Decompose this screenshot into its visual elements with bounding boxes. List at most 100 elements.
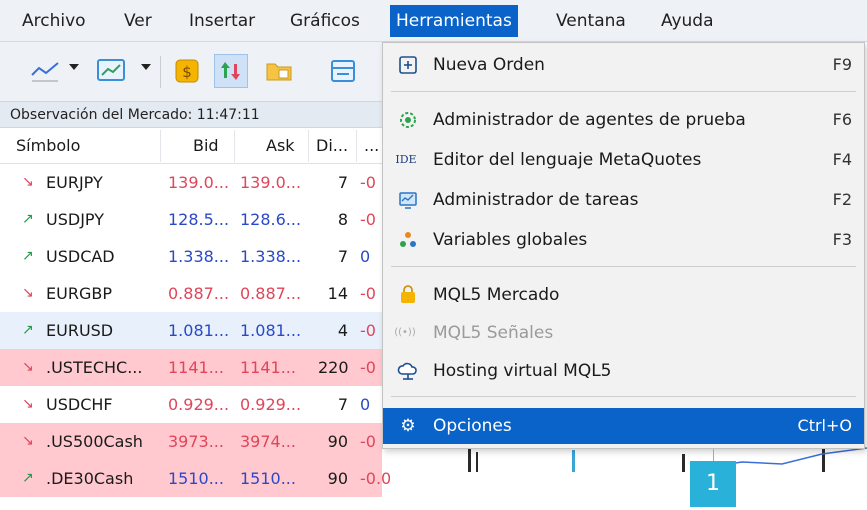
cloud-hosting-icon — [397, 360, 419, 382]
symbol-name: EURGBP — [46, 284, 112, 303]
svg-text:$: $ — [182, 63, 192, 81]
menu-insertar[interactable]: Insertar — [183, 5, 261, 37]
algo-trading-icon[interactable] — [214, 54, 248, 88]
menu-herramientas[interactable]: Herramientas — [390, 5, 518, 37]
ask-value: 1.338... — [240, 247, 302, 266]
table-row[interactable]: ↘ EURJPY 139.0... 139.0... 7 -0 — [0, 164, 382, 201]
bid-value: 3973... — [168, 432, 224, 451]
options-gear-icon: ⚙ — [400, 416, 416, 436]
trend-arrow-icon: ↘ — [22, 433, 34, 449]
chevron-down-icon[interactable] — [141, 64, 151, 70]
digits-value: 4 — [337, 321, 348, 340]
digits-value: 90 — [327, 469, 348, 488]
ask-value: 1141... — [240, 358, 296, 377]
table-row[interactable]: ↗ .DE30Cash 1510... 1510... 90 -0.05% — [0, 460, 390, 497]
col-symbol[interactable]: Símbolo — [16, 136, 80, 155]
bid-value: 1.338... — [168, 247, 230, 266]
task-manager-icon — [397, 189, 419, 211]
bid-value: 0.929... — [168, 395, 230, 414]
global-variables-icon — [397, 229, 419, 251]
herramientas-dropdown-menu: Nueva Orden F9 Administrador de agentes … — [382, 42, 865, 449]
market-bag-icon — [397, 284, 419, 306]
col-change[interactable]: ... — [364, 136, 379, 155]
menu-item-opciones[interactable]: ⚙ Opciones Ctrl+O — [383, 408, 864, 444]
ide-icon: IDE — [395, 153, 417, 166]
menu-item-agentes-prueba[interactable]: Administrador de agentes de prueba F6 — [383, 102, 864, 138]
table-row[interactable]: ↘ .US500Cash 3973... 3974... 90 -0 — [0, 423, 382, 460]
menu-ventana[interactable]: Ventana — [550, 5, 632, 37]
bid-value: 0.887... — [168, 284, 230, 303]
digits-value: 7 — [337, 395, 348, 414]
symbol-name: EURUSD — [46, 321, 114, 340]
callout-pointer — [713, 449, 714, 461]
line-chart-icon[interactable] — [28, 54, 62, 88]
digits-value: 14 — [327, 284, 348, 303]
trend-arrow-icon: ↘ — [22, 396, 34, 412]
col-bid[interactable]: Bid — [193, 136, 219, 155]
trend-arrow-icon: ↗ — [22, 322, 34, 338]
menu-item-mql5-senales[interactable]: ((•)) MQL5 Señales — [383, 315, 864, 351]
bid-value: 1510... — [168, 469, 224, 488]
trend-arrow-icon: ↗ — [22, 248, 34, 264]
digits-value: 90 — [327, 432, 348, 451]
table-row[interactable]: ↘ .USTECHC... 1141... 1141... 220 -0 — [0, 349, 382, 386]
bid-value: 128.5... — [168, 210, 230, 229]
trend-arrow-icon: ↘ — [22, 359, 34, 375]
market-watch-rows: ↘ EURJPY 139.0... 139.0... 7 -0 ↗ USDJPY… — [0, 164, 390, 497]
digits-value: 7 — [337, 247, 348, 266]
bid-value: 139.0... — [168, 173, 230, 192]
ask-value: 0.929... — [240, 395, 302, 414]
market-watch-header: Símbolo Bid Ask Di... ... — [0, 128, 382, 164]
digits-value: 8 — [337, 210, 348, 229]
chart-template-icon[interactable] — [94, 54, 128, 88]
menu-item-editor-metaquotes[interactable]: IDE Editor del lenguaje MetaQuotes F4 — [383, 142, 864, 178]
menu-ayuda[interactable]: Ayuda — [655, 5, 720, 37]
table-row[interactable]: ↗ USDJPY 128.5... 128.6... 8 -0 — [0, 201, 382, 238]
symbol-name: .US500Cash — [46, 432, 143, 451]
panel-icon[interactable] — [326, 54, 360, 88]
folder-icon[interactable] — [262, 54, 296, 88]
ask-value: 1.081... — [240, 321, 302, 340]
dollar-icon[interactable]: $ — [170, 54, 204, 88]
ask-value: 139.0... — [240, 173, 302, 192]
col-digits[interactable]: Di... — [316, 136, 348, 155]
menu-bar: Archivo Ver Insertar Gráficos Herramient… — [0, 0, 867, 42]
menu-item-mql5-mercado[interactable]: MQL5 Mercado — [383, 277, 864, 313]
table-row[interactable]: ↗ USDCAD 1.338... 1.338... 7 0 — [0, 238, 382, 275]
table-row[interactable]: ↘ EURGBP 0.887... 0.887... 14 -0 — [0, 275, 382, 312]
trend-arrow-icon: ↘ — [22, 285, 34, 301]
table-row[interactable]: ↘ USDCHF 0.929... 0.929... 7 0 — [0, 386, 382, 423]
market-watch-title: Observación del Mercado: 11:47:11 — [0, 102, 382, 128]
symbol-name: USDCAD — [46, 247, 115, 266]
symbol-name: .DE30Cash — [46, 469, 134, 488]
symbol-name: USDCHF — [46, 395, 113, 414]
ask-value: 3974... — [240, 432, 296, 451]
agents-manager-icon — [397, 109, 419, 131]
symbol-name: EURJPY — [46, 173, 103, 192]
col-ask[interactable]: Ask — [266, 136, 295, 155]
menu-ver[interactable]: Ver — [118, 5, 158, 37]
menu-item-administrador-tareas[interactable]: Administrador de tareas F2 — [383, 182, 864, 218]
chevron-down-icon[interactable] — [69, 64, 79, 70]
menu-item-hosting-virtual[interactable]: Hosting virtual MQL5 — [383, 353, 864, 389]
symbol-name: .USTECHC... — [46, 358, 143, 377]
digits-value: 7 — [337, 173, 348, 192]
menu-archivo[interactable]: Archivo — [16, 5, 92, 37]
callout-badge: 1 — [690, 461, 736, 507]
trend-arrow-icon: ↘ — [22, 174, 34, 190]
ask-value: 0.887... — [240, 284, 302, 303]
trend-arrow-icon: ↗ — [22, 470, 34, 486]
table-row[interactable]: ↗ EURUSD 1.081... 1.081... 4 -0 — [0, 312, 382, 349]
menu-graficos[interactable]: Gráficos — [284, 5, 366, 37]
menu-item-nueva-orden[interactable]: Nueva Orden F9 — [383, 47, 864, 83]
new-order-icon — [397, 54, 419, 76]
trend-arrow-icon: ↗ — [22, 211, 34, 227]
signals-icon: ((•)) — [394, 327, 416, 338]
toolbar: $ — [0, 42, 382, 102]
menu-item-variables-globales[interactable]: Variables globales F3 — [383, 222, 864, 258]
ask-value: 128.6... — [240, 210, 302, 229]
bid-value: 1141... — [168, 358, 224, 377]
bid-value: 1.081... — [168, 321, 230, 340]
symbol-name: USDJPY — [46, 210, 104, 229]
ask-value: 1510... — [240, 469, 296, 488]
